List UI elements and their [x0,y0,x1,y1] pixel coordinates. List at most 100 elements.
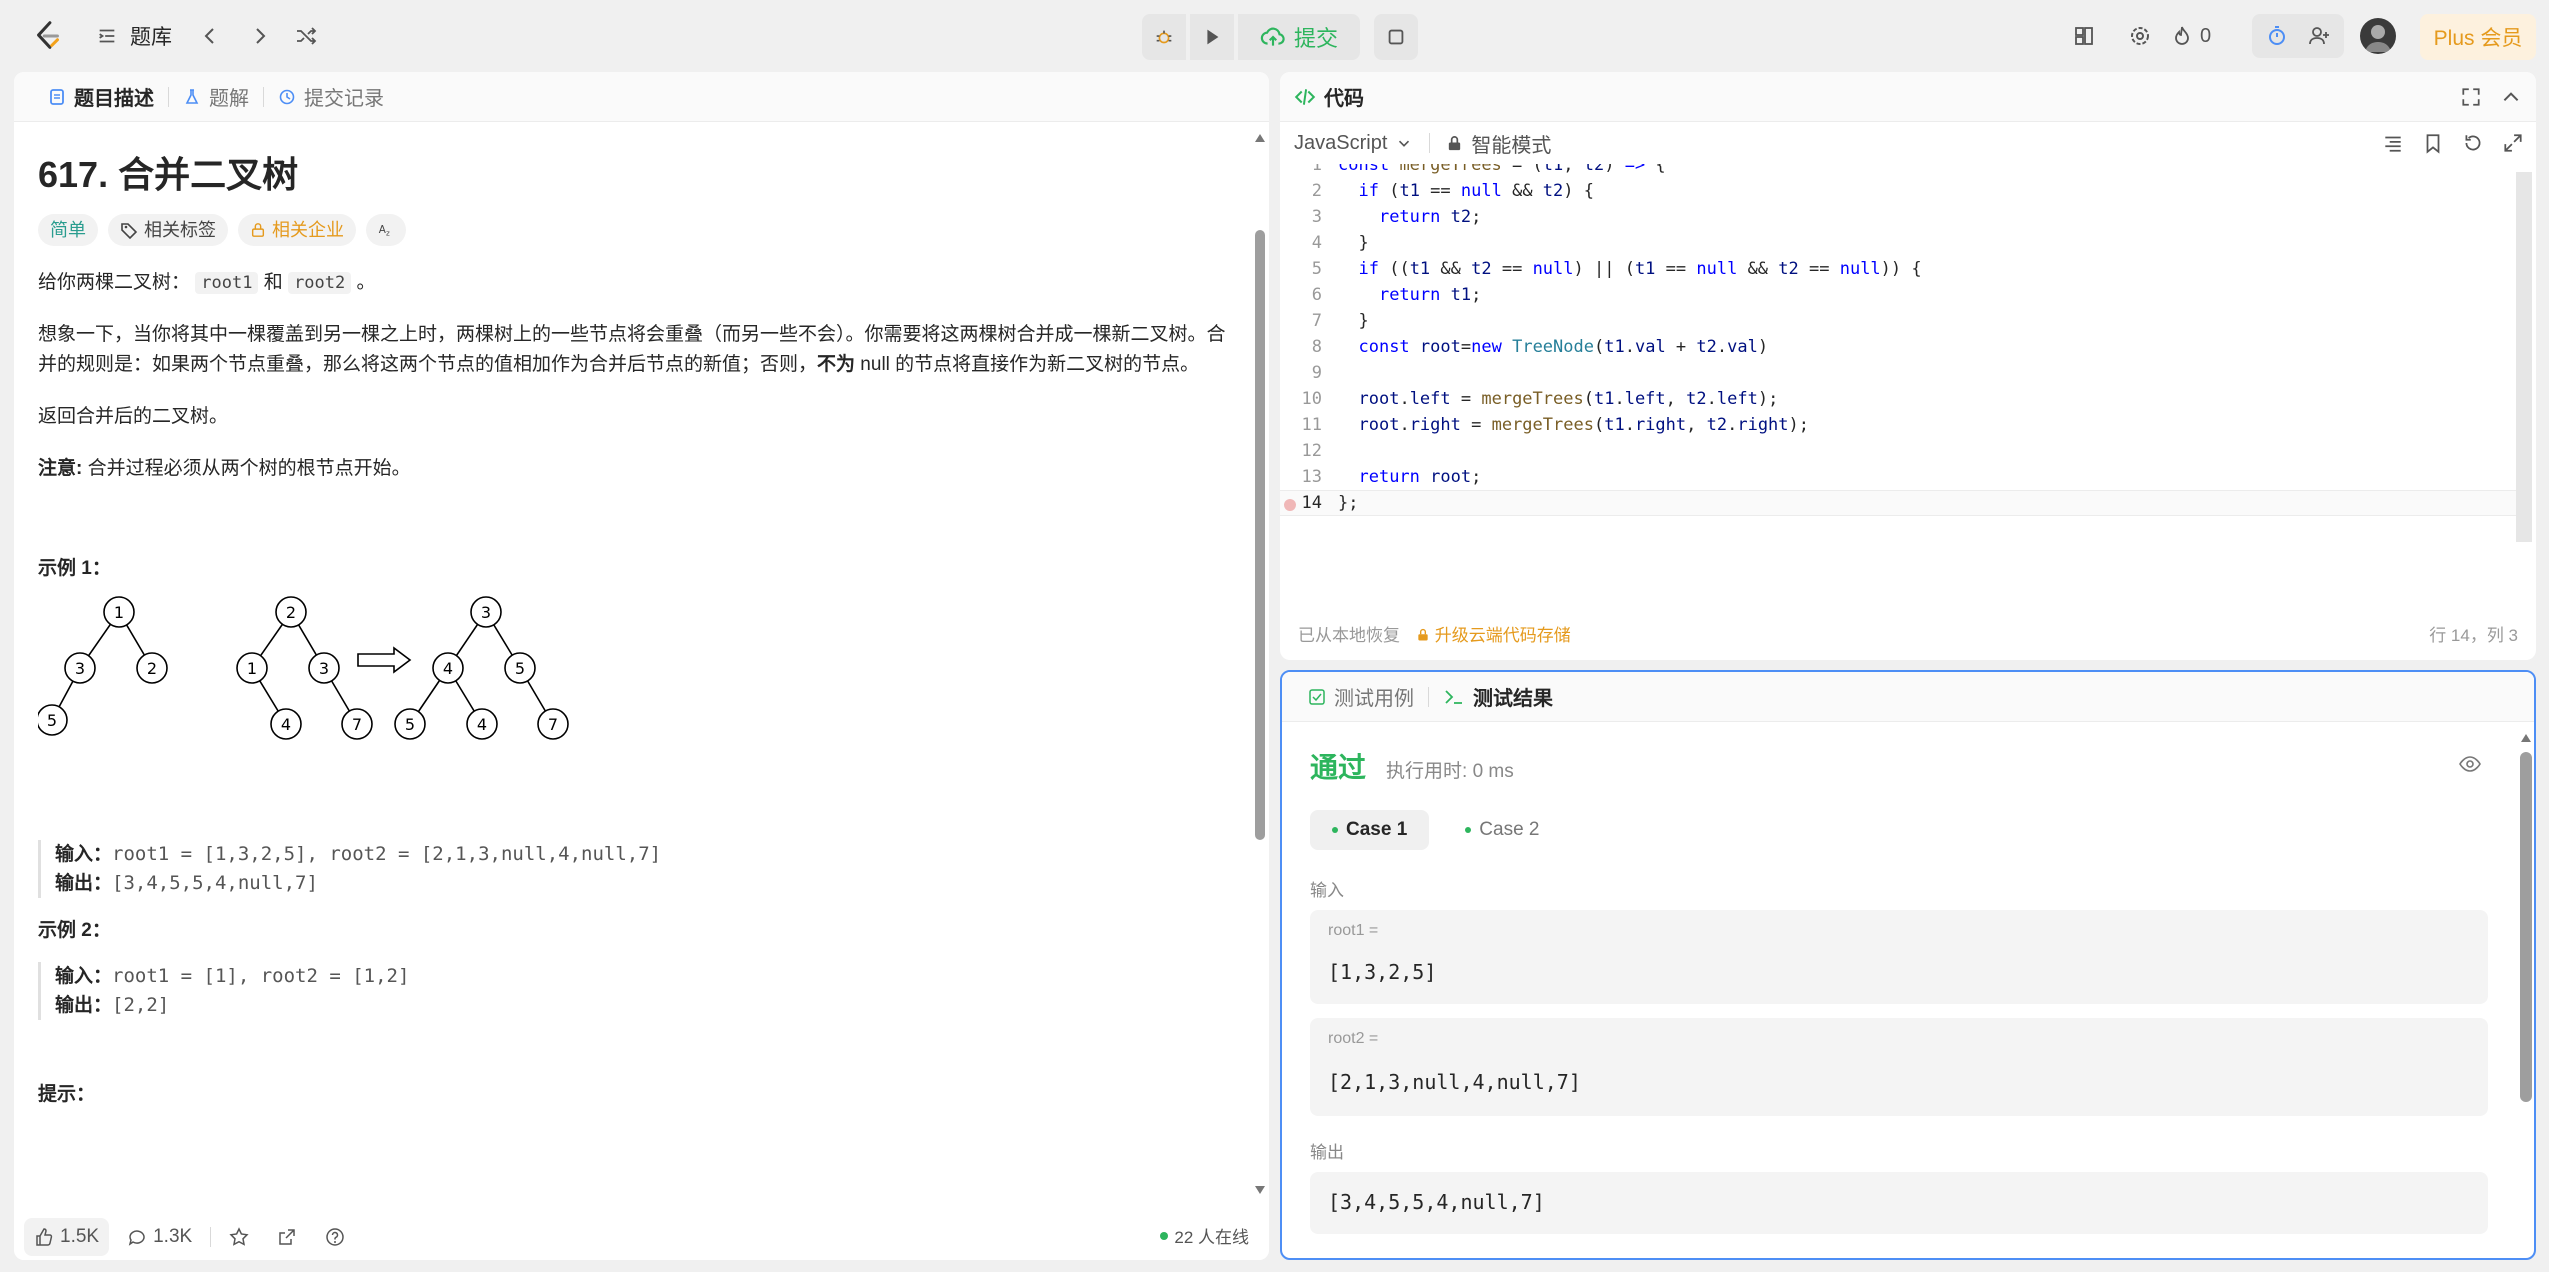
code-editor[interactable]: 1 const mergeTrees = (t1, t2) => { 2 if (… [1280,164,2516,594]
scroll-thumb[interactable] [1255,230,1265,840]
maximize-icon[interactable] [2502,132,2524,154]
document-icon [50,88,64,105]
tree-node-label: 5 [405,715,415,734]
favorite-button[interactable] [219,1218,259,1256]
prev-problem-button[interactable] [188,14,232,58]
run-button[interactable] [1190,14,1234,60]
tree-nodes: 1 3 2 5 2 1 3 4 7 3 4 5 5 4 7 [38,596,569,740]
code-scrollbar[interactable] [2516,172,2532,542]
flask-icon [185,88,199,104]
root1-value: [1,3,2,5] [1328,960,1437,984]
tree-node-label: 3 [319,659,329,678]
case-tabs: Case 1 Case 2 [1310,810,1561,850]
tab-solutions[interactable]: 题解 [169,72,263,122]
tree-node-label: 5 [515,659,525,678]
tab-description[interactable]: 题目描述 [34,72,168,122]
scroll-up-arrow-icon[interactable] [2521,734,2531,742]
line-number: 7 [1311,311,1322,331]
cursor-position: 行 14，列 3 [2429,626,2518,645]
leetcode-logo-icon[interactable] [30,18,66,54]
comments-button[interactable]: 1.3K [117,1218,202,1256]
case-tab-2[interactable]: Case 2 [1443,810,1561,850]
layout-button[interactable] [2062,14,2106,58]
debug-button[interactable] [1142,14,1186,60]
stopwatch-icon[interactable] [2265,24,2289,48]
flame-icon [2175,26,2189,45]
language-select[interactable]: JavaScript [1294,132,1413,155]
upgrade-storage-link[interactable]: 升级云端代码存储 [1416,621,1571,646]
note-paragraph: 注意: 合并过程必须从两个树的根节点开始。 [38,454,1228,484]
next-problem-button[interactable] [238,14,282,58]
bookmark-icon[interactable] [2422,132,2444,154]
lock-icon [251,223,265,237]
result-scrollbar[interactable] [2520,734,2532,1234]
note-icon [1388,29,1404,45]
reset-icon[interactable] [2462,132,2484,154]
avatar[interactable] [2360,18,2396,54]
breakpoint-dot-icon[interactable] [1284,499,1296,511]
thumbs-up-icon [36,1228,53,1246]
format-icon[interactable] [2382,132,2404,154]
add-user-icon[interactable] [2307,24,2331,48]
code-line-12: 12 [1280,438,2516,464]
submit-label: 提交 [1294,26,1339,51]
related-topics-tag[interactable]: 相关标签 [108,214,228,246]
tree-edges [51,611,554,725]
notes-button[interactable] [1374,14,1419,60]
random-problem-button[interactable] [284,14,328,58]
output-label: 输出： [55,995,113,1016]
streak-button[interactable]: 0 [2170,14,2211,58]
collapse-button[interactable] [2500,86,2522,114]
scroll-thumb[interactable] [2520,752,2532,1102]
help-button[interactable] [315,1218,355,1256]
like-count: 1.5K [60,1226,100,1247]
line-number: 3 [1311,207,1322,227]
example1-tree-diagram: 1 3 2 5 2 1 3 4 7 3 4 5 5 4 7 [38,596,569,740]
eye-icon [2459,756,2481,772]
root1-code: root1 [195,272,259,294]
smart-mode-toggle[interactable]: 智能模式 [1446,129,1551,158]
case-tab-1[interactable]: Case 1 [1310,810,1430,850]
description-scrollbar[interactable] [1255,134,1265,1194]
problemset-button[interactable]: 题库 [96,16,172,56]
code-line-2: 2 if (t1 == null && t2) { [1280,178,2516,204]
input-label: 输入： [55,966,113,987]
scroll-down-arrow-icon[interactable] [1255,1186,1265,1194]
line-number: 2 [1311,181,1322,201]
like-button[interactable]: 1.5K [24,1218,110,1256]
tab-testcases-label: 测试用例 [1334,688,1414,710]
scroll-up-arrow-icon[interactable] [1255,134,1265,142]
online-text: 22 人在线 [1174,1228,1249,1247]
online-dot-icon [1160,1231,1169,1240]
tab-code[interactable]: 代码 [1294,72,1364,122]
code-line-11: 11 root.right = mergeTrees(t1.right, t2.… [1280,412,2516,438]
line-number: 5 [1311,259,1322,279]
share-button[interactable] [267,1218,307,1256]
example1-block: 输入：root1 = [1,3,2,5], root2 = [2,1,3,nul… [38,840,1228,898]
settings-button[interactable] [2118,14,2162,58]
rules-paragraph: 想象一下，当你将其中一棵覆盖到另一棵之上时，两棵树上的一些节点将会重叠（而另一些… [38,320,1228,380]
example2-block: 输入：root1 = [1], root2 = [1,2] 输出：[2,2] [38,962,1228,1020]
result-header: 通过 执行用时: 0 ms [1310,746,1514,786]
lock-icon [1449,135,1461,150]
root2-value: [2,1,3,null,4,null,7] [1328,1070,1581,1094]
case-1-label: Case 1 [1346,819,1408,840]
tree-node-label: 1 [114,603,124,622]
plus-membership-button[interactable]: Plus 会员 [2420,14,2536,60]
checkbox-icon [1309,688,1325,705]
note-label: 注意: [38,458,83,479]
cloud-upload-icon [1260,27,1285,46]
fullscreen-button[interactable] [2460,86,2482,114]
submit-button[interactable]: 提交 [1238,14,1361,60]
related-companies-label: 相关企业 [272,220,344,240]
visibility-button[interactable] [2458,752,2482,781]
difficulty-badge[interactable]: 简单 [38,214,98,246]
translate-button[interactable]: Az [366,214,406,246]
related-companies-tag[interactable]: 相关企业 [238,214,356,246]
avatar-image-icon [2365,25,2391,52]
tab-test-result[interactable]: 测试结果 [1429,672,1567,722]
tab-submissions[interactable]: 提交记录 [264,72,398,122]
expand-icon [2462,88,2480,106]
problem-tags: 简单 相关标签 相关企业 Az [38,214,1228,246]
tab-testcases[interactable]: 测试用例 [1294,672,1428,722]
